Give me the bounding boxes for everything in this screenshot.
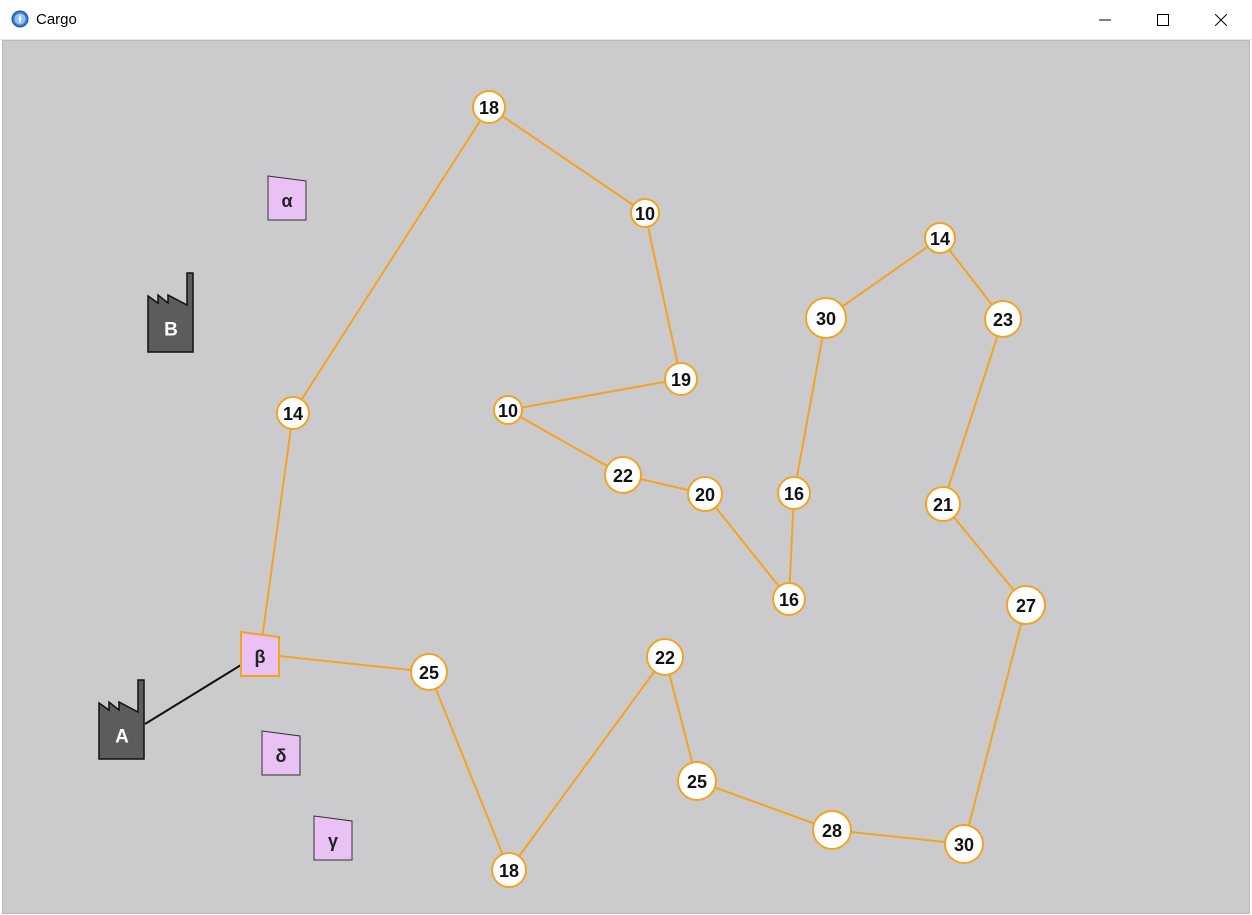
route-segment: [508, 656, 666, 871]
route-node[interactable]: 22: [646, 638, 684, 676]
route-node[interactable]: 14: [276, 396, 310, 430]
route-node[interactable]: 14: [924, 222, 956, 254]
node-value: 21: [933, 495, 953, 515]
factories: AB: [98, 272, 194, 760]
game-board-graphics: AB αβδγ 18101910222016163014232127302825…: [98, 90, 1046, 888]
route-node[interactable]: 20: [687, 476, 723, 512]
route-node[interactable]: 18: [472, 90, 506, 124]
route-node[interactable]: 27: [1006, 585, 1046, 625]
route-node[interactable]: 28: [812, 810, 852, 850]
station-delta[interactable]: δ: [261, 730, 301, 776]
node-value: 14: [283, 404, 303, 424]
factory-links: [144, 664, 242, 725]
station-gamma[interactable]: γ: [313, 815, 353, 861]
factory-label: B: [164, 320, 178, 341]
route-segment: [488, 106, 646, 214]
route-segment: [259, 412, 294, 655]
factory-b[interactable]: B: [147, 272, 194, 353]
node-value: 22: [655, 648, 675, 668]
route-node[interactable]: 19: [664, 362, 698, 396]
route-segment: [507, 378, 682, 411]
route-segment: [793, 317, 827, 494]
node-value: 27: [1016, 596, 1036, 616]
route-segment: [963, 604, 1027, 845]
node-value: 10: [498, 401, 518, 421]
route-segment: [428, 671, 510, 871]
node-value: 14: [930, 229, 950, 249]
node-value: 23: [993, 310, 1013, 330]
route-segment: [292, 106, 490, 414]
node-value: 19: [671, 370, 691, 390]
route-segment: [704, 493, 790, 600]
node-value: 25: [687, 772, 707, 792]
route-segment: [696, 780, 833, 831]
node-value: 20: [695, 485, 715, 505]
route-node[interactable]: 18: [491, 852, 527, 888]
station-beta[interactable]: β: [240, 630, 280, 677]
route-node[interactable]: 16: [772, 582, 806, 616]
node-value: 16: [779, 590, 799, 610]
route-node[interactable]: 22: [604, 456, 642, 494]
node-value: 10: [635, 204, 655, 224]
station-label: δ: [276, 746, 287, 766]
route-segment: [644, 212, 682, 380]
stations: α β δ γ: [240, 175, 353, 861]
node-value: 30: [816, 309, 836, 329]
station-label: γ: [328, 831, 338, 851]
station-alpha[interactable]: α: [267, 175, 307, 221]
route-node[interactable]: 25: [410, 653, 448, 691]
route-node[interactable]: 16: [777, 476, 811, 510]
route-node[interactable]: 10: [630, 198, 660, 228]
node-value: 28: [822, 821, 842, 841]
node-value: 18: [479, 98, 499, 118]
node-value: 16: [784, 484, 804, 504]
route-segment: [259, 653, 430, 673]
route-node[interactable]: 21: [925, 486, 961, 522]
route-node[interactable]: 30: [805, 297, 847, 339]
route-segment: [507, 409, 624, 476]
factory-a[interactable]: A: [98, 679, 145, 760]
factory-label: A: [115, 727, 129, 748]
route-node[interactable]: 23: [984, 300, 1022, 338]
route-node[interactable]: 30: [944, 824, 984, 864]
station-label: β: [255, 647, 266, 667]
route-node[interactable]: 25: [677, 761, 717, 801]
route-nodes: 18 10 19 10 22 20 16 16 30 14 23 21 27 30 28 25 22 18 25 14: [276, 90, 1046, 888]
node-value: 25: [419, 663, 439, 683]
node-value: 22: [613, 466, 633, 486]
route-segment: [942, 318, 1004, 505]
node-value: 18: [499, 861, 519, 881]
station-label: α: [281, 191, 292, 211]
node-value: 30: [954, 835, 974, 855]
route-node[interactable]: 10: [493, 395, 523, 425]
factory-link: [144, 664, 242, 725]
